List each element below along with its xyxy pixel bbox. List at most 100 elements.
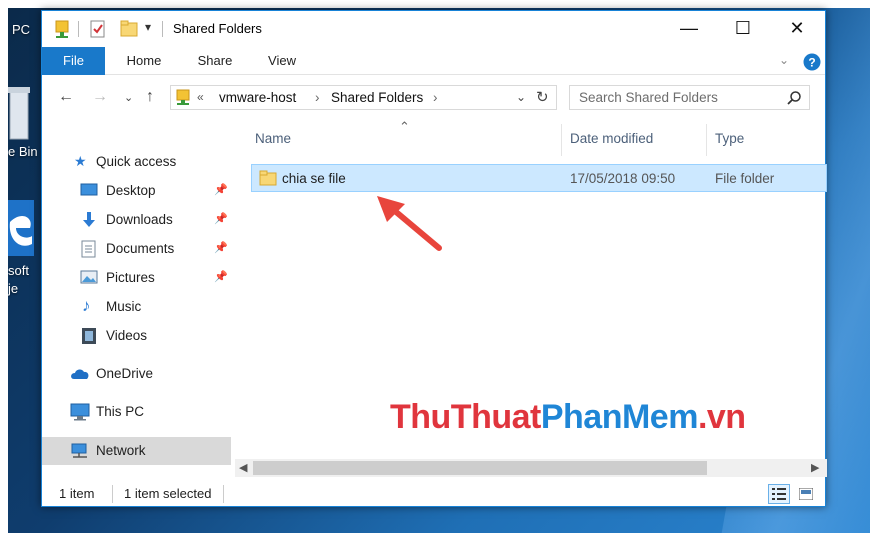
customize-qa-icon[interactable]: ▾ <box>145 20 151 34</box>
ribbon-tabs: File Home Share View ⌄ ? <box>42 47 825 75</box>
nav-label: Videos <box>106 328 148 343</box>
scroll-left-icon[interactable]: ◀ <box>239 459 247 477</box>
breadcrumb-separator[interactable]: › <box>433 90 438 105</box>
watermark-part-1: ThuThuat <box>390 398 541 436</box>
videos-icon <box>82 328 96 344</box>
computer-icon <box>70 403 90 421</box>
recycle-bin-icon[interactable] <box>8 83 32 145</box>
nav-label: Network <box>96 443 146 458</box>
breadcrumb-vmware-host[interactable]: vmware-host <box>219 90 296 105</box>
tab-home[interactable]: Home <box>114 47 174 75</box>
file-date: 17/05/2018 09:50 <box>570 171 676 186</box>
recent-locations-button[interactable]: ⌄ <box>124 91 133 104</box>
pin-icon[interactable]: 📌 <box>214 212 228 225</box>
desktop-label-edge-1: soft <box>8 263 29 278</box>
breadcrumb-overflow[interactable]: « <box>197 90 204 104</box>
music-icon: ♪ <box>82 296 91 315</box>
column-header-name[interactable]: Name <box>255 131 291 146</box>
nav-label: OneDrive <box>96 366 154 381</box>
nav-label: Pictures <box>106 270 155 285</box>
new-folder-icon[interactable] <box>120 20 138 38</box>
scroll-right-icon[interactable]: ▶ <box>811 459 819 477</box>
large-icons-view-icon <box>799 488 813 500</box>
search-box[interactable]: Search Shared Folders <box>569 85 810 110</box>
qa-divider <box>78 21 79 37</box>
nav-label: Music <box>106 299 142 314</box>
desktop-icon <box>80 183 98 196</box>
file-type: File folder <box>715 171 775 186</box>
title-divider <box>162 21 163 37</box>
status-divider <box>223 485 224 503</box>
nav-item-quick-access[interactable]: ★ Quick access <box>42 148 233 176</box>
refresh-icon[interactable]: ↻ <box>536 88 549 106</box>
pictures-icon <box>80 270 98 284</box>
minimize-button[interactable]: — <box>662 11 716 47</box>
nav-item-downloads[interactable]: Downloads 📌 <box>42 206 233 234</box>
file-name[interactable]: chia se file <box>282 171 346 186</box>
column-separator[interactable] <box>706 124 707 156</box>
address-dropdown-icon[interactable]: ⌄ <box>516 90 526 104</box>
svg-text:?: ? <box>808 56 815 70</box>
status-divider <box>112 485 113 503</box>
address-bar[interactable]: « vmware-host › Shared Folders › ⌄ ↻ <box>170 85 557 110</box>
watermark-part-3: .vn <box>697 398 746 436</box>
nav-item-documents[interactable]: Documents 📌 <box>42 235 233 263</box>
column-separator[interactable] <box>561 124 562 156</box>
nav-label: This PC <box>96 404 145 419</box>
navigation-pane: ★ Quick access Desktop 📌 Downloads 📌 Doc… <box>42 119 233 465</box>
breadcrumb-shared-folders[interactable]: Shared Folders <box>331 90 423 105</box>
window-title: Shared Folders <box>173 21 262 36</box>
large-icons-view-button[interactable] <box>795 484 817 504</box>
expand-ribbon-icon[interactable]: ⌄ <box>779 53 789 67</box>
properties-icon[interactable] <box>90 20 106 38</box>
watermark: ThuThuatPhanMem.vn <box>390 398 746 437</box>
column-header-date[interactable]: Date modified <box>570 131 653 146</box>
watermark-part-2: PhanMem <box>540 398 699 436</box>
nav-item-videos[interactable]: Videos <box>42 322 233 350</box>
details-view-button[interactable] <box>768 484 790 504</box>
star-icon: ★ <box>74 153 87 169</box>
forward-button[interactable]: → <box>92 88 108 106</box>
desktop-label-this-pc[interactable]: PC <box>12 22 30 37</box>
breadcrumb-separator[interactable]: › <box>315 90 320 105</box>
folder-icon <box>259 170 277 186</box>
pin-icon[interactable]: 📌 <box>214 241 228 254</box>
maximize-button[interactable]: ☐ <box>716 11 770 47</box>
documents-icon <box>81 240 96 258</box>
status-item-count: 1 item <box>59 486 95 501</box>
desktop-label-recycle-bin[interactable]: e Bin <box>8 144 38 159</box>
nav-label: Desktop <box>106 183 156 198</box>
nav-label: Documents <box>106 241 175 256</box>
up-button[interactable]: ↑ <box>146 88 154 106</box>
status-selected: 1 item selected <box>124 486 212 501</box>
tab-file[interactable]: File <box>42 47 105 75</box>
tab-view[interactable]: View <box>252 47 312 75</box>
search-icon[interactable] <box>787 91 801 105</box>
file-row[interactable]: chia se file 17/05/2018 09:50 File folde… <box>251 164 827 192</box>
pin-icon[interactable]: 📌 <box>214 270 228 283</box>
network-icon <box>71 443 87 458</box>
back-button[interactable]: ← <box>58 88 74 106</box>
pin-icon[interactable]: 📌 <box>214 183 228 196</box>
nav-item-desktop[interactable]: Desktop 📌 <box>42 177 233 205</box>
close-button[interactable]: ✕ <box>770 11 824 47</box>
horizontal-scrollbar[interactable]: ◀ ▶ <box>235 459 827 477</box>
help-icon[interactable]: ? <box>803 53 821 71</box>
details-view-icon <box>772 488 786 500</box>
scrollbar-thumb[interactable] <box>253 461 707 475</box>
drive-icon <box>176 89 190 105</box>
nav-item-pictures[interactable]: Pictures 📌 <box>42 264 233 292</box>
nav-label: Quick access <box>96 154 177 169</box>
nav-item-onedrive[interactable]: OneDrive <box>42 360 233 388</box>
address-row: ← → ⌄ ↑ « vmware-host › Shared Folders ›… <box>42 75 825 119</box>
edge-icon[interactable] <box>8 200 34 256</box>
drive-icon[interactable] <box>54 20 70 38</box>
onedrive-icon <box>71 369 89 379</box>
tab-share[interactable]: Share <box>185 47 245 75</box>
search-input[interactable]: Search Shared Folders <box>579 90 718 105</box>
column-header-type[interactable]: Type <box>715 131 744 146</box>
nav-item-music[interactable]: ♪ Music <box>42 293 233 321</box>
nav-item-this-pc[interactable]: This PC <box>42 398 233 426</box>
title-bar: ▾ Shared Folders — ☐ ✕ <box>42 11 825 47</box>
nav-item-network[interactable]: Network <box>42 437 231 465</box>
